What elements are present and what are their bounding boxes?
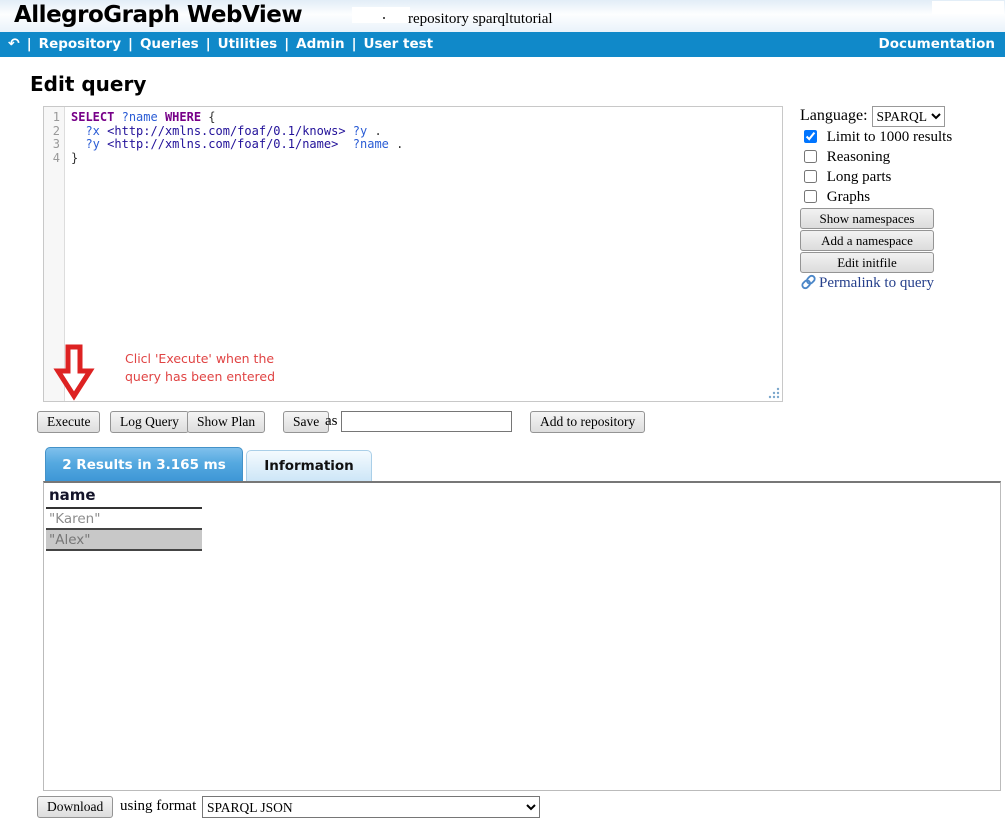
add-to-repository-button[interactable]: Add to repository (530, 411, 645, 433)
results-table: name "Karen" "Alex" (46, 485, 202, 551)
code-variable: ?name (353, 137, 389, 151)
nav-separator: | (284, 36, 289, 52)
option-label: Limit to 1000 results (827, 129, 952, 145)
code-line: ?y <http://xmlns.com/foaf/0.1/name> ?nam… (71, 138, 782, 152)
table-row: "Alex" (46, 530, 202, 551)
tab-information[interactable]: Information (246, 450, 372, 481)
down-arrow-annotation-icon (52, 343, 96, 403)
nav-item-documentation[interactable]: Documentation (879, 32, 995, 57)
redacted-patch (352, 7, 410, 23)
add-namespace-button[interactable]: Add a namespace (800, 230, 934, 251)
tab-results[interactable]: 2 Results in 3.165 ms (45, 447, 243, 481)
nav-separator: | (128, 36, 133, 52)
app-title: AllegroGraph WebView (14, 2, 302, 28)
option-reasoning: Reasoning (804, 149, 890, 166)
option-label: Graphs (827, 189, 870, 205)
nav-item-utilities[interactable]: Utilities (218, 36, 278, 52)
main-navbar: ↶ | Repository | Queries | Utilities | Admin | Use… (0, 32, 1005, 57)
language-row: Language: SPARQL (800, 106, 945, 127)
save-as-label: as (325, 413, 338, 430)
app-header: AllegroGraph WebView repository sparqltu… (0, 0, 1005, 32)
page: AllegroGraph WebView repository sparqltu… (0, 0, 1005, 825)
back-arrow-icon[interactable]: ↶ (8, 32, 20, 57)
artifact-dot (383, 17, 385, 19)
option-label: Long parts (827, 169, 892, 185)
redacted-patch (932, 1, 1004, 14)
long-parts-checkbox[interactable] (804, 170, 817, 183)
limit-results-checkbox[interactable] (804, 130, 817, 143)
code-keyword: SELECT (71, 110, 114, 124)
option-limit-results: Limit to 1000 results (804, 129, 952, 146)
chain-link-icon (800, 274, 817, 290)
option-label: Reasoning (827, 149, 890, 165)
format-select[interactable]: SPARQL JSON (202, 796, 540, 818)
nav-separator: | (206, 36, 211, 52)
show-plan-button[interactable]: Show Plan (187, 411, 265, 433)
nav-item-user[interactable]: User test (364, 36, 434, 52)
code-variable: ?y (353, 124, 367, 138)
column-header-name: name (46, 485, 202, 509)
line-number: 3 (44, 138, 64, 152)
code-variable: ?y (85, 137, 99, 151)
save-name-input[interactable] (341, 411, 512, 432)
code-line: SELECT ?name WHERE { (71, 111, 782, 125)
results-panel: name "Karen" "Alex" The results appear h… (43, 481, 1001, 791)
option-long-parts: Long parts (804, 169, 891, 186)
reasoning-checkbox[interactable] (804, 150, 817, 163)
page-title: Edit query (30, 72, 146, 96)
execute-button[interactable]: Execute (37, 411, 100, 433)
code-keyword: WHERE (165, 110, 201, 124)
table-row: "Karen" (46, 509, 202, 530)
line-number: 4 (44, 152, 64, 166)
line-number: 1 (44, 111, 64, 125)
code-variable: ?x (85, 124, 99, 138)
using-format-label: using format (120, 798, 196, 815)
log-query-button[interactable]: Log Query (110, 411, 189, 433)
code-variable: ?name (122, 110, 158, 124)
nav-item-repository[interactable]: Repository (39, 36, 121, 52)
option-graphs: Graphs (804, 189, 870, 206)
save-button[interactable]: Save (283, 411, 329, 433)
line-number: 2 (44, 125, 64, 139)
nav-left: ↶ | Repository | Queries | Utilities | Admin | Use… (8, 32, 433, 57)
permalink-to-query-link[interactable]: Permalink to query (800, 274, 934, 292)
code-line: ?x <http://xmlns.com/foaf/0.1/knows> ?y … (71, 125, 782, 139)
show-namespaces-button[interactable]: Show namespaces (800, 208, 934, 229)
nav-separator: | (352, 36, 357, 52)
permalink-label: Permalink to query (819, 275, 934, 291)
edit-initfile-button[interactable]: Edit initfile (800, 252, 934, 273)
nav-separator: | (27, 36, 32, 52)
download-button[interactable]: Download (37, 796, 113, 818)
language-select[interactable]: SPARQL (872, 106, 945, 127)
execute-annotation: Clicl 'Execute' when the query has been … (125, 350, 275, 386)
nav-item-queries[interactable]: Queries (140, 36, 199, 52)
code-uri: <http://xmlns.com/foaf/0.1/name> (107, 137, 338, 151)
repository-label: repository sparqltutorial (408, 11, 553, 28)
nav-item-admin[interactable]: Admin (296, 36, 344, 52)
code-line: } (71, 152, 782, 166)
graphs-checkbox[interactable] (804, 190, 817, 203)
resize-handle-icon[interactable] (767, 386, 780, 399)
code-uri: <http://xmlns.com/foaf/0.1/knows> (107, 124, 345, 138)
language-label: Language: (800, 107, 868, 124)
